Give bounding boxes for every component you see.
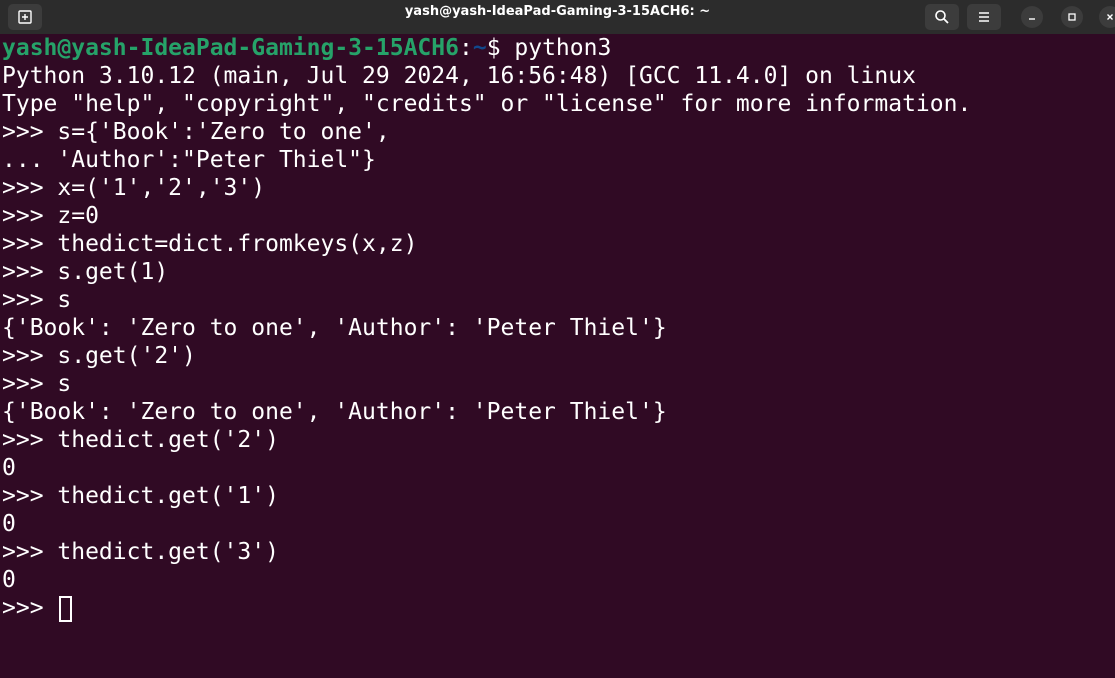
maximize-button[interactable] [1061,6,1083,28]
output-line: >>> thedict.get('2') [2,427,279,453]
minimize-icon [1029,18,1035,20]
maximize-icon [1068,13,1076,21]
output-line: 0 [2,567,16,593]
terminal-window: yash@yash-IdeaPad-Gaming-3-15ACH6: ~ yas… [0,0,1115,678]
output-line: Python 3.10.12 (main, Jul 29 2024, 16:56… [2,63,916,89]
output-line: >>> thedict.get('1') [2,483,279,509]
output-line: >>> z=0 [2,203,99,229]
output-line: >>> thedict=dict.fromkeys(x,z) [2,231,418,257]
terminal-output[interactable]: yash@yash-IdeaPad-Gaming-3-15ACH6:~$ pyt… [2,34,1112,622]
output-line: >>> s.get('2') [2,343,196,369]
output-line: >>> thedict.get('3') [2,539,279,565]
title-bar[interactable]: yash@yash-IdeaPad-Gaming-3-15ACH6: ~ [0,0,1115,34]
output-line: {'Book': 'Zero to one', 'Author': 'Peter… [2,315,667,341]
close-icon [1107,14,1113,20]
output-line: >>> s [2,371,72,397]
input-line[interactable]: >>> [2,594,1112,622]
output-line: >>> s={'Book':'Zero to one', [2,119,390,145]
output-line: ... 'Author':"Peter Thiel"} [2,147,376,173]
prompt-user-host: yash@yash-IdeaPad-Gaming-3-15ACH6 [2,35,459,61]
repl-prompt: >>> [2,595,58,621]
prompt-separator: : [458,35,473,61]
shell-prompt-line: yash@yash-IdeaPad-Gaming-3-15ACH6:~$ pyt… [2,34,1112,62]
search-icon [935,10,949,24]
minimize-button[interactable] [1021,6,1043,28]
search-button[interactable] [925,4,959,30]
prompt-command: python3 [514,35,612,61]
output-line: >>> x=('1','2','3') [2,175,266,201]
close-button[interactable] [1099,6,1115,28]
prompt-symbol: $ [486,35,515,61]
prompt-path: ~ [472,35,487,61]
text-cursor[interactable] [59,595,73,622]
menu-button[interactable] [967,4,1001,30]
output-line: {'Book': 'Zero to one', 'Author': 'Peter… [2,399,667,425]
output-line: 0 [2,455,16,481]
output-line: >>> s [2,287,72,313]
output-line: 0 [2,511,16,537]
hamburger-menu-icon [979,12,989,22]
output-line: Type "help", "copyright", "credits" or "… [2,91,972,117]
output-line: >>> s.get(1) [2,259,169,285]
